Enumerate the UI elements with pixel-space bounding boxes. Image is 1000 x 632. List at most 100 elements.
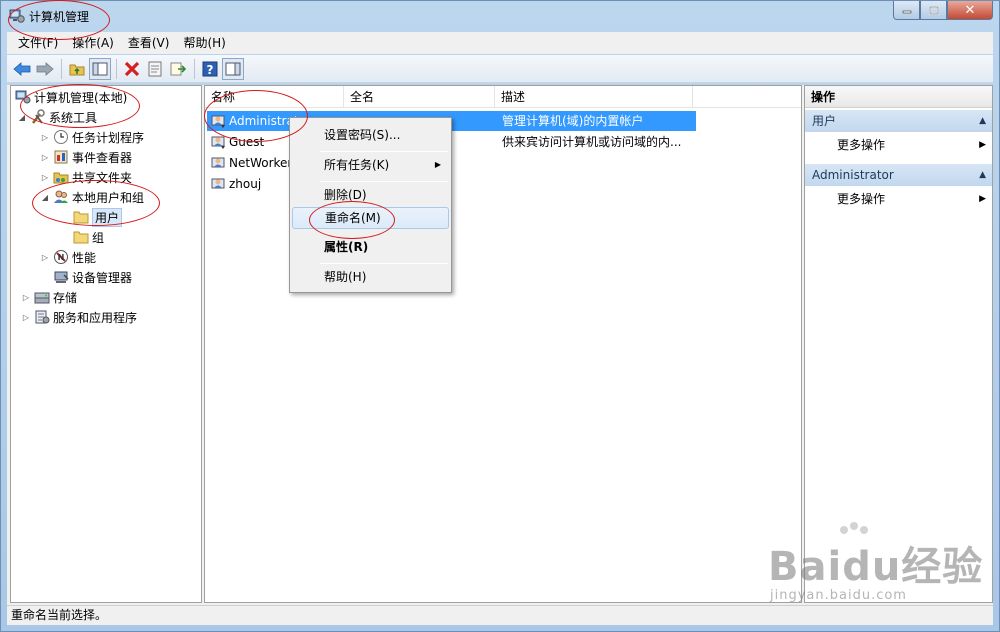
export-list-button[interactable] bbox=[167, 58, 189, 80]
submenu-arrow-icon: ▶ bbox=[979, 140, 986, 150]
svg-text:?: ? bbox=[207, 63, 214, 77]
toolbar-separator bbox=[61, 58, 62, 79]
tree-item-storage[interactable]: ▷ 存储 bbox=[21, 287, 77, 307]
more-actions-users[interactable]: 更多操作 ▶ bbox=[805, 134, 992, 156]
submenu-arrow-icon: ▶ bbox=[434, 160, 441, 169]
help-button[interactable]: ? bbox=[199, 58, 221, 80]
properties-button[interactable] bbox=[144, 58, 166, 80]
storage-icon bbox=[34, 292, 50, 304]
status-bar: 重命名当前选择。 bbox=[7, 605, 993, 625]
submenu-arrow-icon: ▶ bbox=[979, 194, 986, 204]
folder-icon bbox=[73, 211, 89, 224]
tree-item-label: 计算机管理(本地) bbox=[34, 90, 128, 105]
tree-item-users[interactable]: 用户 bbox=[73, 207, 123, 227]
collapse-icon[interactable]: ▲ bbox=[979, 164, 986, 186]
folder-icon bbox=[73, 231, 89, 244]
help-icon: ? bbox=[202, 61, 218, 77]
back-arrow-icon bbox=[13, 61, 31, 76]
computer-management-window: 计算机管理 ✕ 文件(F) 操作(A) 查看(V) 帮助(H) ? 计算机管理(… bbox=[0, 0, 1000, 632]
more-actions-label: 更多操作 bbox=[837, 138, 886, 152]
expanded-arrow-icon[interactable]: ◢ bbox=[17, 113, 27, 122]
menu-view[interactable]: 查看(V) bbox=[121, 33, 177, 53]
tree-item-groups[interactable]: 组 bbox=[73, 227, 104, 247]
menu-item-delete[interactable]: 删除(D) bbox=[292, 184, 449, 206]
toolbar-separator bbox=[116, 58, 117, 79]
console-tree[interactable]: 计算机管理(本地) ◢ 系统工具 ▷ 任务计划程序 ▷ 事件查看器 ▷ 共享文件… bbox=[10, 85, 202, 603]
column-header-name[interactable]: 名称 bbox=[205, 86, 344, 108]
user-icon bbox=[211, 178, 225, 189]
menu-item-help[interactable]: 帮助(H) bbox=[292, 266, 449, 288]
show-hide-tree-button[interactable] bbox=[89, 57, 111, 80]
properties-icon bbox=[148, 61, 162, 76]
clock-icon bbox=[54, 130, 68, 144]
collapsed-arrow-icon[interactable]: ▷ bbox=[21, 293, 31, 302]
delete-x-icon bbox=[124, 61, 140, 76]
tree-item-label: 系统工具 bbox=[49, 110, 98, 125]
actions-pane-title: 操作 bbox=[805, 86, 992, 108]
tree-item-performance[interactable]: ▷ N 性能 bbox=[40, 247, 96, 267]
tree-item-task-scheduler[interactable]: ▷ 任务计划程序 bbox=[40, 127, 144, 147]
folder-up-icon bbox=[69, 64, 85, 75]
main-content: 计算机管理(本地) ◢ 系统工具 ▷ 任务计划程序 ▷ 事件查看器 ▷ 共享文件… bbox=[7, 85, 993, 605]
minimize-button[interactable] bbox=[893, 1, 920, 20]
tree-item-services-applications[interactable]: ▷ 服务和应用程序 bbox=[21, 307, 137, 327]
maximize-button[interactable] bbox=[920, 1, 947, 20]
expanded-arrow-icon[interactable]: ◢ bbox=[40, 193, 50, 202]
computer-management-icon bbox=[15, 90, 31, 104]
context-menu: 设置密码(S)... 所有任务(K) ▶ 删除(D) 重命名(M) 属性(R) … bbox=[289, 117, 452, 293]
close-button[interactable]: ✕ bbox=[947, 1, 993, 20]
tree-item-event-viewer[interactable]: ▷ 事件查看器 bbox=[40, 147, 132, 167]
menu-item-all-tasks[interactable]: 所有任务(K) ▶ bbox=[292, 154, 449, 176]
menu-file[interactable]: 文件(F) bbox=[11, 33, 65, 53]
collapse-icon[interactable]: ▲ bbox=[979, 110, 986, 132]
back-button[interactable] bbox=[11, 58, 33, 80]
services-icon bbox=[35, 310, 50, 324]
more-actions-administrator[interactable]: 更多操作 ▶ bbox=[805, 188, 992, 210]
menu-separator bbox=[320, 151, 448, 152]
tree-item-label: 共享文件夹 bbox=[72, 170, 133, 185]
action-pane-icon bbox=[225, 62, 241, 75]
column-header-description[interactable]: 描述 bbox=[495, 86, 693, 108]
menu-item-label: 所有任务(K) bbox=[324, 158, 390, 172]
tree-item-shared-folders[interactable]: ▷ 共享文件夹 bbox=[40, 167, 132, 187]
shared-folder-icon bbox=[53, 172, 69, 184]
user-description: 管理计算机(域)的内置帐户 bbox=[502, 114, 644, 128]
collapsed-arrow-icon[interactable]: ▷ bbox=[40, 253, 50, 262]
title-bar[interactable]: 计算机管理 ✕ bbox=[1, 1, 999, 31]
menu-action[interactable]: 操作(A) bbox=[65, 33, 121, 53]
performance-icon: N bbox=[54, 250, 68, 264]
tree-item-label: 存储 bbox=[53, 290, 78, 305]
tree-item-local-users-groups[interactable]: ◢ 本地用户和组 bbox=[40, 187, 144, 207]
tree-item-label: 性能 bbox=[72, 250, 97, 265]
maximize-icon bbox=[928, 5, 939, 15]
user-description bbox=[502, 153, 696, 173]
column-header-fullname[interactable]: 全名 bbox=[344, 86, 495, 108]
menu-item-properties[interactable]: 属性(R) bbox=[292, 236, 449, 258]
menu-help[interactable]: 帮助(H) bbox=[176, 33, 232, 53]
user-icon bbox=[211, 157, 225, 168]
tree-item-label: 本地用户和组 bbox=[72, 190, 145, 205]
forward-button[interactable] bbox=[34, 58, 56, 80]
menu-item-set-password[interactable]: 设置密码(S)... bbox=[292, 124, 449, 146]
user-description bbox=[502, 174, 696, 194]
menu-bar: 文件(F) 操作(A) 查看(V) 帮助(H) bbox=[7, 32, 993, 54]
menu-separator bbox=[320, 263, 448, 264]
collapsed-arrow-icon[interactable]: ▷ bbox=[21, 313, 31, 322]
tree-item-label: 服务和应用程序 bbox=[53, 310, 138, 325]
actions-group-users[interactable]: 用户 ▲ bbox=[805, 110, 992, 132]
up-level-button[interactable] bbox=[66, 58, 88, 80]
menu-item-rename[interactable]: 重命名(M) bbox=[292, 207, 449, 229]
tree-item-device-manager[interactable]: 设备管理器 bbox=[53, 267, 132, 287]
actions-pane: 操作 用户 ▲ 更多操作 ▶ Administrator ▲ 更多操作 ▶ bbox=[804, 85, 993, 603]
tree-item-system-tools[interactable]: ◢ 系统工具 bbox=[17, 107, 97, 127]
collapsed-arrow-icon[interactable]: ▷ bbox=[40, 153, 50, 162]
user-icon bbox=[211, 115, 225, 128]
delete-button[interactable] bbox=[121, 58, 143, 80]
collapsed-arrow-icon[interactable]: ▷ bbox=[40, 133, 50, 142]
show-action-pane-button[interactable] bbox=[222, 57, 244, 80]
collapsed-arrow-icon[interactable]: ▷ bbox=[40, 173, 50, 182]
actions-group-administrator[interactable]: Administrator ▲ bbox=[805, 164, 992, 186]
actions-group-label: 用户 bbox=[812, 114, 837, 128]
user-description: 供来宾访问计算机或访问域的内... bbox=[502, 135, 682, 149]
tree-item-computer-management[interactable]: 计算机管理(本地) bbox=[15, 87, 127, 107]
